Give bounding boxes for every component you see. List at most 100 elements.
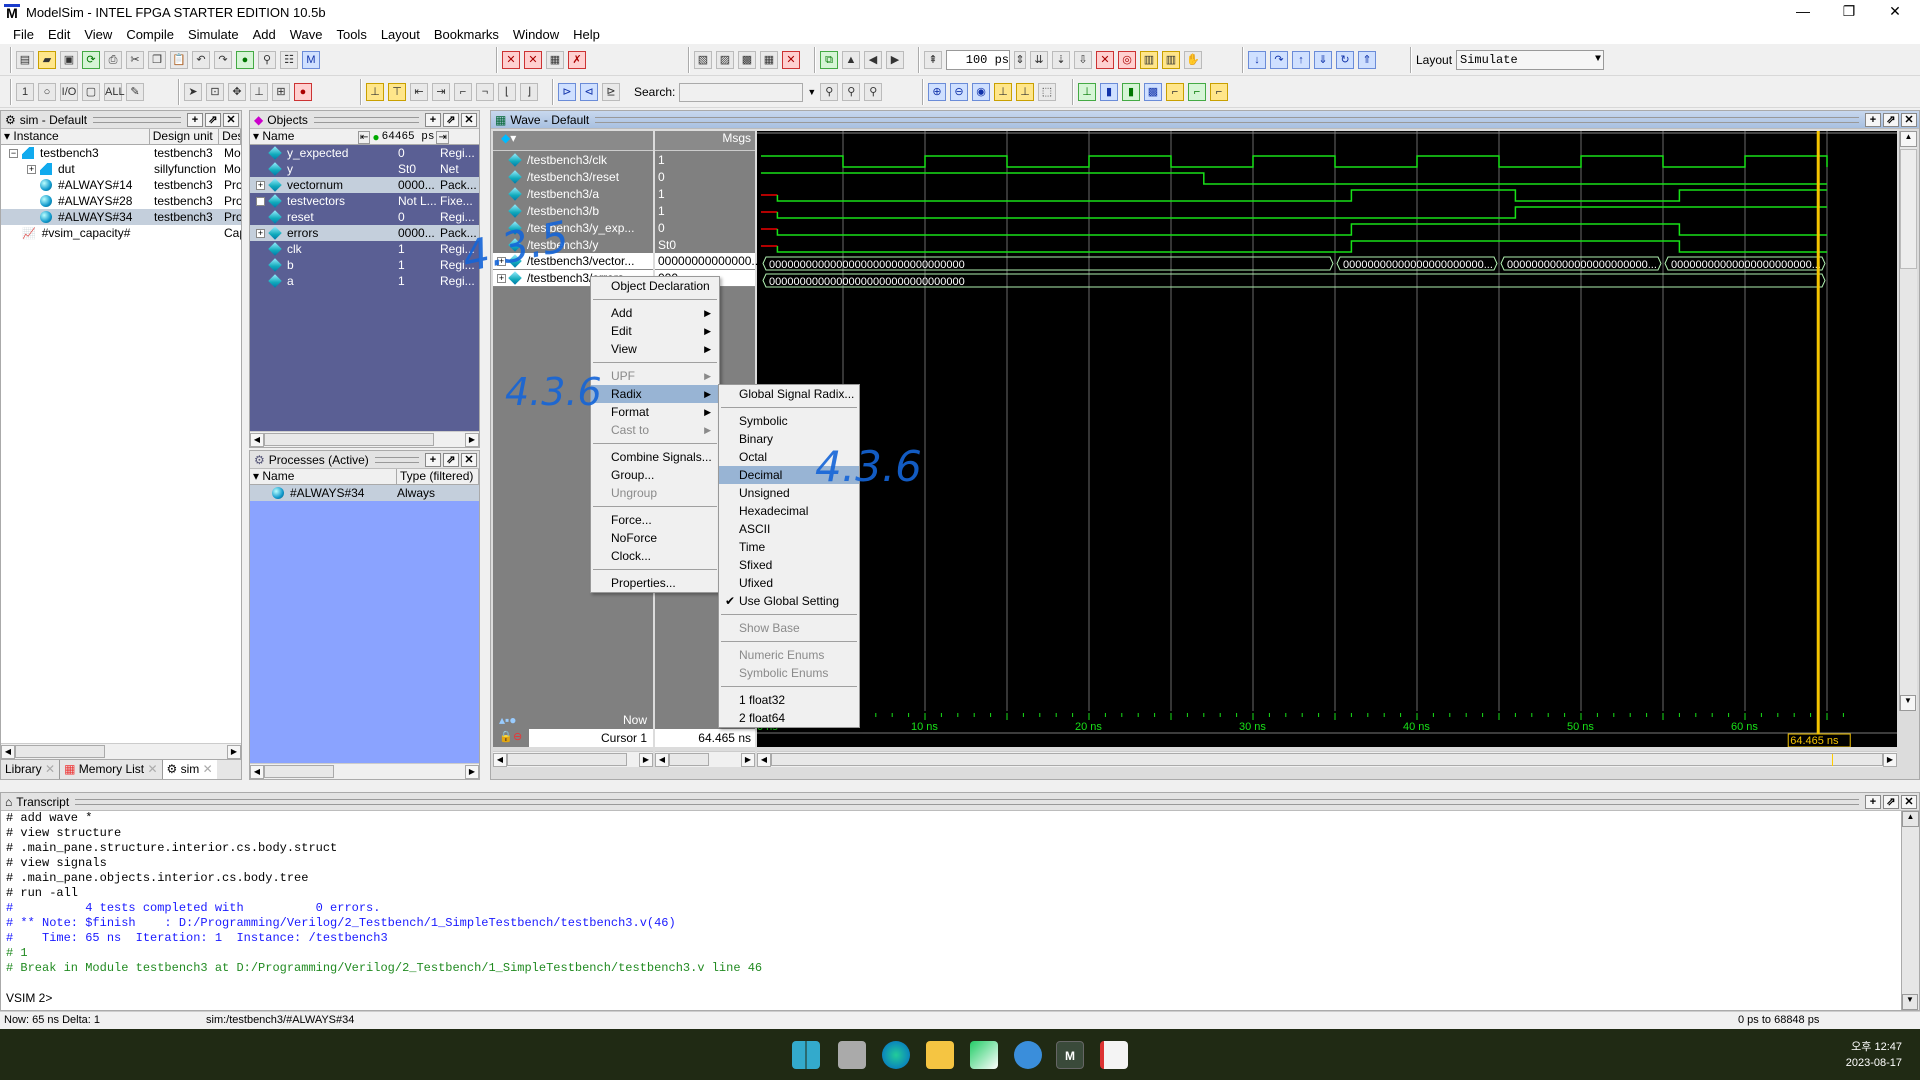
- object-row[interactable]: + errors 0000... Pack...: [250, 225, 479, 241]
- wave-delete-icon[interactable]: ✕: [782, 51, 800, 69]
- expand-toggle-icon[interactable]: +: [256, 180, 265, 190]
- search-dropdown-icon[interactable]: ▼: [807, 87, 816, 97]
- paste-icon[interactable]: 📋: [170, 51, 188, 69]
- save-icon[interactable]: ▣: [60, 51, 78, 69]
- open-folder-icon[interactable]: ▰: [38, 51, 56, 69]
- menu-item-combine-signals[interactable]: Combine Signals...: [591, 448, 719, 466]
- object-row[interactable]: y_expected 0 Regi...: [250, 145, 479, 161]
- panel-close-button[interactable]: ✕: [1901, 112, 1917, 127]
- pen-icon[interactable]: ✎: [126, 83, 144, 101]
- wave-format-1-icon[interactable]: ⊥: [1078, 83, 1096, 101]
- reload-icon[interactable]: ⟳: [82, 51, 100, 69]
- search-clear-icon[interactable]: ⚲: [864, 83, 883, 101]
- object-row[interactable]: y St0 Net: [250, 161, 479, 177]
- zoom-cursor-icon[interactable]: ⊥: [994, 83, 1012, 101]
- panel-close-button[interactable]: ✕: [223, 112, 239, 127]
- menu-wave[interactable]: Wave: [283, 27, 330, 42]
- panel-undock-button[interactable]: ⇗: [205, 112, 221, 127]
- sim-hscrollbar[interactable]: ◀ ▶: [1, 743, 241, 759]
- menu-item-symbolic[interactable]: Symbolic: [719, 412, 859, 430]
- step-into-wave-icon[interactable]: ⇓: [1314, 51, 1332, 69]
- forward-arrow-icon[interactable]: ▶: [886, 51, 904, 69]
- expand-toggle-icon[interactable]: +: [27, 164, 36, 174]
- run-length-input[interactable]: [946, 50, 1010, 70]
- col-design-unit[interactable]: Design unit: [150, 129, 220, 144]
- process-row[interactable]: #ALWAYS#34 Always: [250, 485, 479, 501]
- sim-tree-row[interactable]: + dut sillyfunction Moc: [1, 161, 241, 177]
- menu-item-format[interactable]: Format ▶: [591, 403, 719, 421]
- menu-compile[interactable]: Compile: [119, 27, 181, 42]
- up-arrow-icon[interactable]: ▲: [842, 51, 860, 69]
- menu-item-radix[interactable]: Radix ▶: [591, 385, 719, 403]
- prev-edge-icon[interactable]: ⌐: [454, 83, 472, 101]
- zoom-full-icon[interactable]: ◉: [972, 83, 990, 101]
- wave-icon-2[interactable]: ▨: [716, 51, 734, 69]
- objects-hscrollbar[interactable]: ◀ ▶: [250, 431, 479, 447]
- all-icon[interactable]: ALL: [104, 83, 125, 101]
- record-icon[interactable]: ●: [294, 83, 312, 101]
- panel-close-button[interactable]: ✕: [461, 112, 477, 127]
- wave-signal-row[interactable]: /testbench3/b: [493, 202, 653, 219]
- step-1-icon[interactable]: 1: [16, 83, 34, 101]
- panel-grip[interactable]: [75, 798, 1859, 805]
- wave-format-2-icon[interactable]: ▮: [1100, 83, 1118, 101]
- wave-canvas[interactable]: 00000000000000000000000000000000 00000000…: [757, 131, 1897, 711]
- clock[interactable]: 오후 12:47 2023-08-17: [1846, 1039, 1902, 1071]
- start-icon[interactable]: [792, 1041, 820, 1069]
- panel-add-button[interactable]: +: [1865, 794, 1881, 809]
- sim-tree-row[interactable]: #ALWAYS#28 testbench3 Pro: [1, 193, 241, 209]
- cursor-row[interactable]: Cursor 1: [529, 729, 653, 747]
- menu-item-sfixed[interactable]: Sfixed: [719, 556, 859, 574]
- next-edge-icon[interactable]: ¬: [476, 83, 494, 101]
- wave-y_expected[interactable]: [776, 223, 1827, 236]
- zoom-between-cursors-icon[interactable]: ⊥: [1016, 83, 1034, 101]
- object-row[interactable]: + testvectors Not L... Fixe...: [250, 193, 479, 209]
- continue-run-icon[interactable]: ⇣: [1052, 51, 1070, 69]
- menu-bookmarks[interactable]: Bookmarks: [427, 27, 506, 42]
- time-back-icon[interactable]: ⇤: [358, 130, 371, 144]
- step-into-icon[interactable]: ↓: [1248, 51, 1266, 69]
- step-out-icon[interactable]: ↑: [1292, 51, 1310, 69]
- performance-icon[interactable]: ▥: [1140, 51, 1158, 69]
- panel-undock-button[interactable]: ⇗: [1883, 794, 1899, 809]
- zoom-in-icon[interactable]: ⊕: [928, 83, 946, 101]
- menu-item-add[interactable]: Add ▶: [591, 304, 719, 322]
- wave-icon-3[interactable]: ▩: [738, 51, 756, 69]
- cut-icon[interactable]: ✂: [126, 51, 144, 69]
- cycle-icon[interactable]: ○: [38, 83, 56, 101]
- tab-sim[interactable]: ⚙ sim ✕: [162, 760, 217, 779]
- wave-signal-row[interactable]: /testbench3/a: [493, 185, 653, 202]
- redo-icon[interactable]: ↷: [214, 51, 232, 69]
- menu-item-clock[interactable]: Clock...: [591, 547, 719, 565]
- close-button[interactable]: ✕: [1872, 0, 1918, 24]
- menu-item-force[interactable]: Force...: [591, 511, 719, 529]
- col-instance[interactable]: ▾ Instance: [1, 129, 150, 144]
- panel-close-button[interactable]: ✕: [1901, 794, 1917, 809]
- panel-grip[interactable]: [595, 116, 1859, 123]
- copy-icon[interactable]: ❐: [148, 51, 166, 69]
- transcript-console[interactable]: # add wave * # view structure # .main_pane…: [1, 811, 1919, 1006]
- menu-item-noforce[interactable]: NoForce: [591, 529, 719, 547]
- task-view-icon[interactable]: [838, 1041, 866, 1069]
- menu-item-properties[interactable]: Properties...: [591, 574, 719, 592]
- panel-undock-button[interactable]: ⇗: [443, 452, 459, 467]
- wave-a[interactable]: [776, 189, 1827, 202]
- menu-item-view[interactable]: View ▶: [591, 340, 719, 358]
- modelsim-icon[interactable]: M: [302, 51, 320, 69]
- expand-toggle-icon[interactable]: +: [256, 196, 265, 206]
- transcript-vscrollbar[interactable]: ▲ ▼: [1901, 811, 1919, 1010]
- wave-reset[interactable]: [761, 172, 1827, 185]
- wave-icon-4[interactable]: ▦: [760, 51, 778, 69]
- search-next-icon[interactable]: ⚲: [842, 83, 861, 101]
- expand-toggle-icon[interactable]: +: [256, 228, 265, 238]
- app-green-icon[interactable]: [970, 1041, 998, 1069]
- disable-breakpoints-icon[interactable]: ✕: [524, 51, 542, 69]
- break-icon[interactable]: ✕: [1096, 51, 1114, 69]
- run-length-spinner[interactable]: ⇕: [1014, 51, 1026, 69]
- app-red-icon[interactable]: [1100, 1041, 1128, 1069]
- search-prev-icon[interactable]: ⚲: [820, 83, 839, 101]
- edge-icon[interactable]: [882, 1041, 910, 1069]
- wave-format-4-icon[interactable]: ▩: [1144, 83, 1162, 101]
- wave-clk[interactable]: [761, 155, 1828, 168]
- find-icon[interactable]: ⚲: [258, 51, 276, 69]
